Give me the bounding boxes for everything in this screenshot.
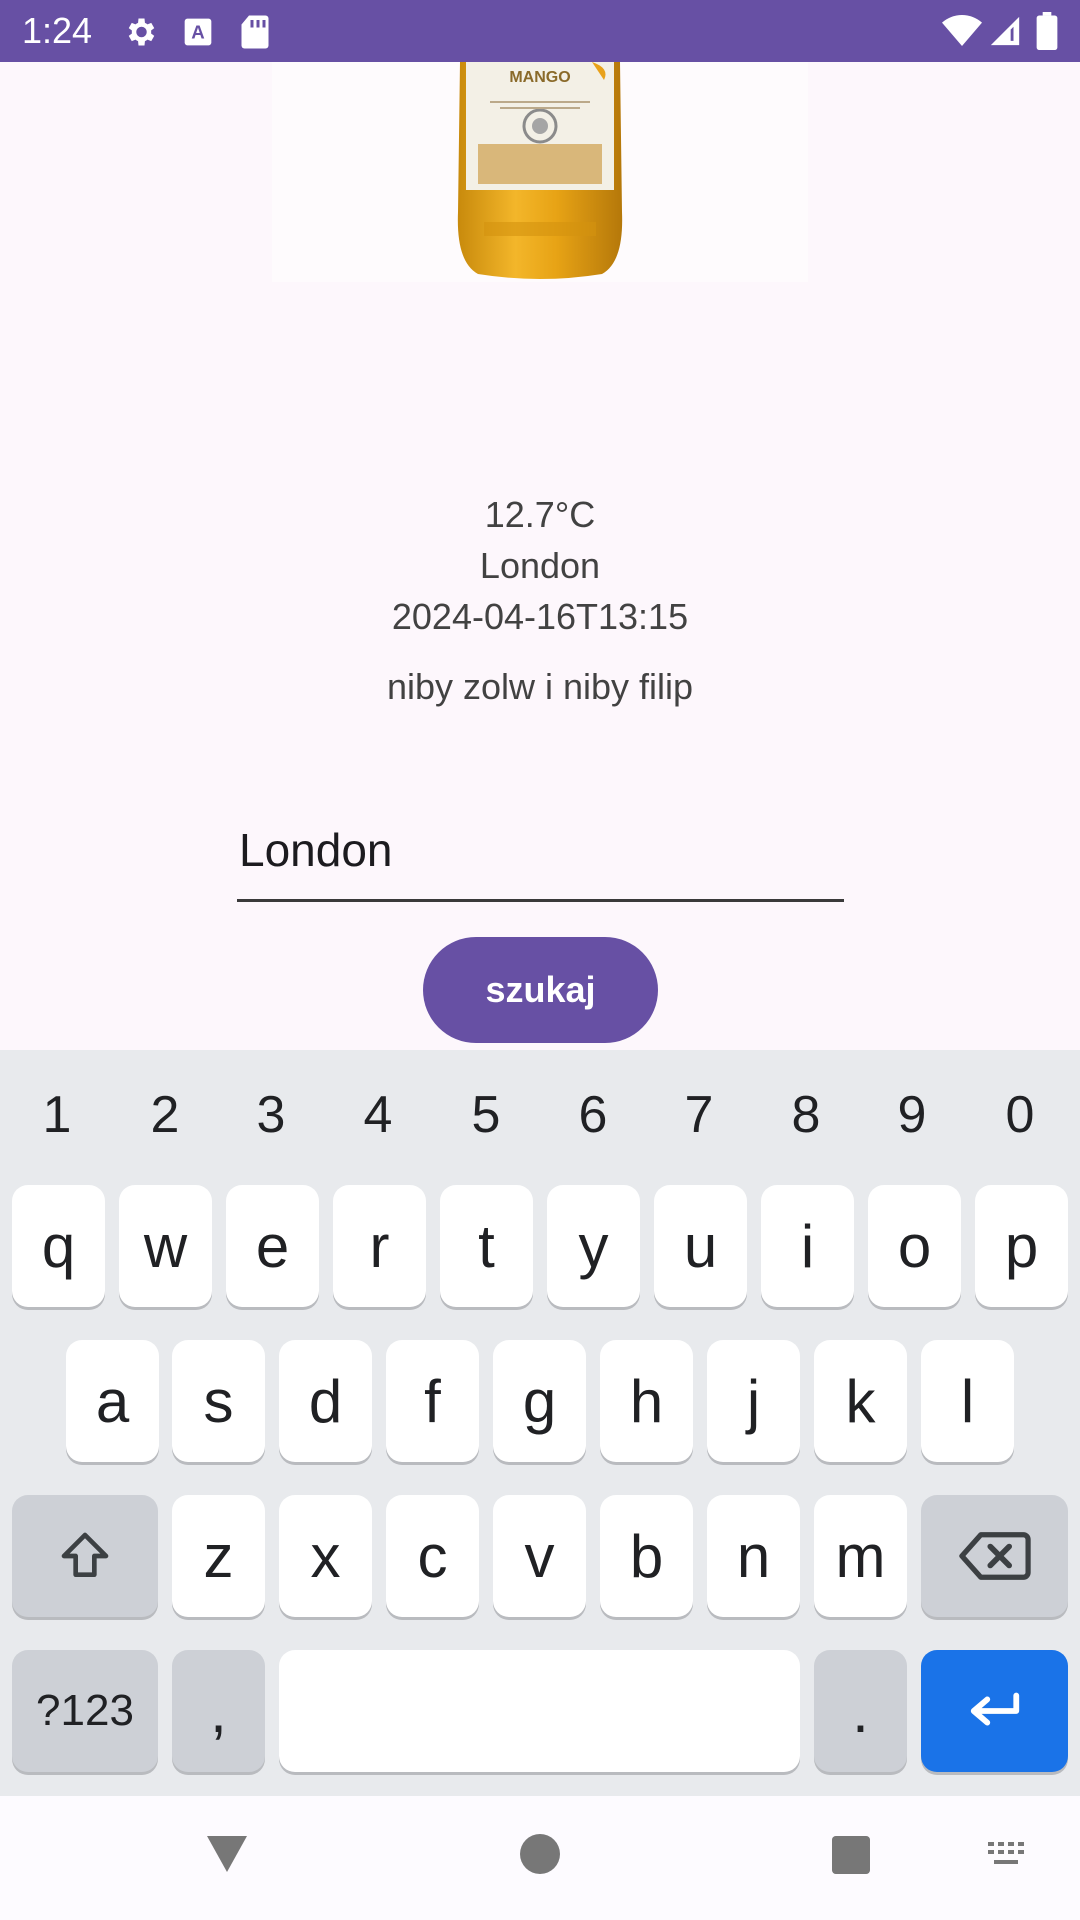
key-8[interactable]: 8 xyxy=(766,1085,846,1145)
key-z[interactable]: z xyxy=(172,1495,265,1617)
key-o[interactable]: o xyxy=(868,1185,961,1307)
backspace-key[interactable] xyxy=(921,1495,1068,1617)
key-g[interactable]: g xyxy=(493,1340,586,1462)
key-0[interactable]: 0 xyxy=(980,1085,1060,1145)
svg-text:A: A xyxy=(191,22,204,43)
datetime-text: 2024-04-16T13:15 xyxy=(391,596,689,637)
key-e[interactable]: e xyxy=(226,1185,319,1307)
shift-key[interactable] xyxy=(12,1495,158,1617)
enter-key[interactable] xyxy=(921,1650,1068,1772)
signal-icon xyxy=(990,16,1020,46)
bottle-illustration: MANGO xyxy=(457,62,623,279)
navigation-bar xyxy=(0,1796,1080,1920)
key-a[interactable]: a xyxy=(66,1340,159,1462)
key-c[interactable]: c xyxy=(386,1495,479,1617)
text-a-icon: A xyxy=(184,18,212,46)
shift-icon xyxy=(61,1532,109,1577)
key-x[interactable]: x xyxy=(279,1495,372,1617)
comma-key[interactable]: , xyxy=(172,1650,265,1772)
key-d[interactable]: d xyxy=(279,1340,372,1462)
key-p[interactable]: p xyxy=(975,1185,1068,1307)
space-key[interactable] xyxy=(279,1650,800,1772)
key-4[interactable]: 4 xyxy=(338,1085,418,1145)
subtitle: niby zolw i niby filip xyxy=(0,662,1080,712)
key-y[interactable]: y xyxy=(547,1185,640,1307)
key-s[interactable]: s xyxy=(172,1340,265,1462)
key-b[interactable]: b xyxy=(600,1495,693,1617)
back-triangle-icon[interactable] xyxy=(205,1834,249,1874)
weather-info: 12.7°C London 2024-04-16T13:15 xyxy=(0,490,1080,642)
key-k[interactable]: k xyxy=(814,1340,907,1462)
key-j[interactable]: j xyxy=(707,1340,800,1462)
key-1[interactable]: 1 xyxy=(17,1085,97,1145)
gear-icon xyxy=(128,18,155,46)
period-key[interactable]: . xyxy=(814,1650,907,1772)
recents-square-icon[interactable] xyxy=(832,1836,870,1874)
key-6[interactable]: 6 xyxy=(553,1085,633,1145)
keyboard-switch-icon[interactable] xyxy=(986,1840,1030,1872)
key-2[interactable]: 2 xyxy=(125,1085,205,1145)
backspace-icon xyxy=(958,1532,1031,1580)
status-time: 1:24 xyxy=(22,10,93,51)
home-circle-icon[interactable] xyxy=(520,1834,560,1874)
key-n[interactable]: n xyxy=(707,1495,800,1617)
status-bar: 1:24 A xyxy=(0,0,1080,62)
subtitle-text: niby zolw i niby filip xyxy=(386,666,694,707)
key-t[interactable]: t xyxy=(440,1185,533,1307)
key-w[interactable]: w xyxy=(119,1185,212,1307)
product-label: MANGO xyxy=(509,69,570,86)
enter-arrow-icon xyxy=(970,1692,1019,1726)
key-r[interactable]: r xyxy=(333,1185,426,1307)
key-h[interactable]: h xyxy=(600,1340,693,1462)
city-search-input[interactable] xyxy=(237,800,844,902)
product-image: MANGO xyxy=(272,62,808,282)
key-u[interactable]: u xyxy=(654,1185,747,1307)
key-q[interactable]: q xyxy=(12,1185,105,1307)
key-3[interactable]: 3 xyxy=(231,1085,311,1145)
sd-card-icon xyxy=(241,15,269,49)
key-l[interactable]: l xyxy=(921,1340,1014,1462)
wifi-icon xyxy=(942,15,982,46)
key-m[interactable]: m xyxy=(814,1495,907,1617)
key-v[interactable]: v xyxy=(493,1495,586,1617)
key-5[interactable]: 5 xyxy=(446,1085,526,1145)
key-9[interactable]: 9 xyxy=(872,1085,952,1145)
city-text: London xyxy=(479,545,601,586)
search-button[interactable]: szukaj xyxy=(423,937,658,1043)
battery-icon xyxy=(1036,12,1058,50)
temperature-text: 12.7°C xyxy=(484,494,596,535)
symbols-key[interactable]: ?123 xyxy=(12,1650,158,1772)
key-f[interactable]: f xyxy=(386,1340,479,1462)
key-7[interactable]: 7 xyxy=(659,1085,739,1145)
key-i[interactable]: i xyxy=(761,1185,854,1307)
